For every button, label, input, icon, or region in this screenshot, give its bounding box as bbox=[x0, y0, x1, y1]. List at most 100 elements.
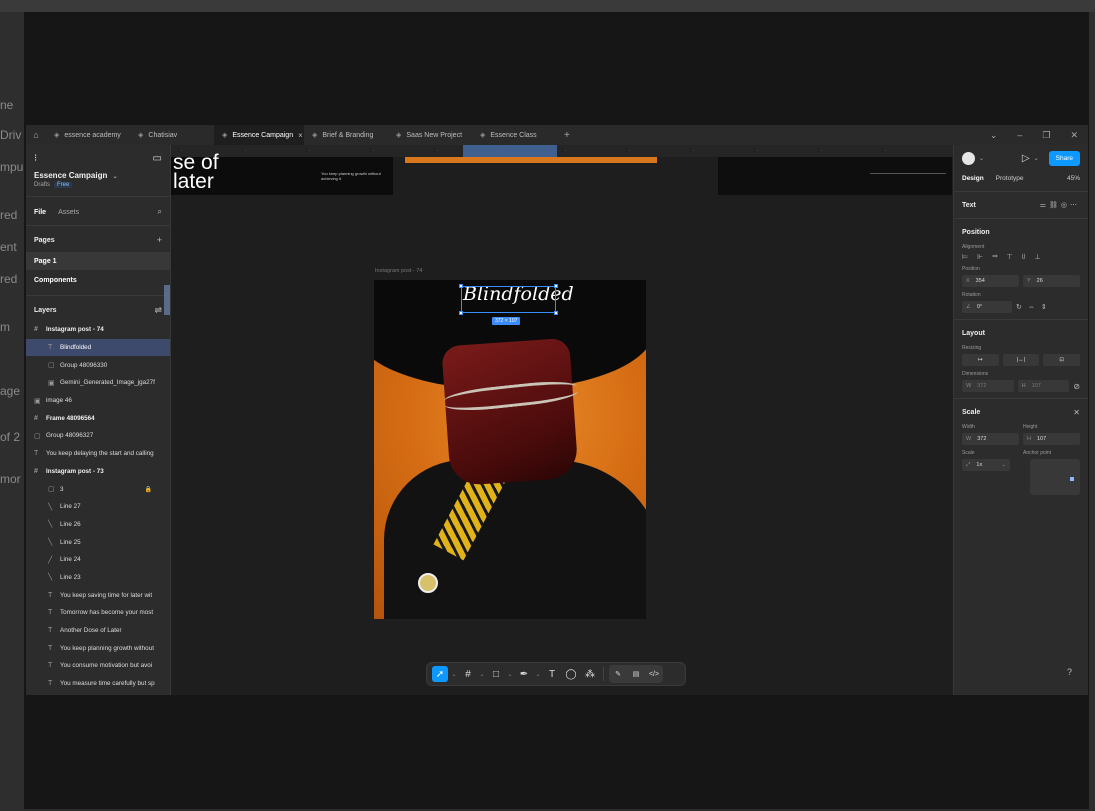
resize-handle[interactable] bbox=[554, 284, 558, 288]
poster-image[interactable] bbox=[374, 280, 646, 619]
layer-item[interactable]: T You measure time carefully but sp bbox=[26, 675, 170, 693]
layer-item[interactable]: ▢ 3 🔒 bbox=[26, 480, 170, 498]
chevron-down-icon[interactable]: ⌄ bbox=[1034, 155, 1039, 162]
left-scrollbar[interactable] bbox=[164, 285, 170, 315]
scale-width-field[interactable]: W 372 bbox=[962, 433, 1019, 445]
layer-item[interactable]: T Tomorrow has become your most bbox=[26, 604, 170, 622]
chevron-down-icon[interactable]: ⌄ bbox=[979, 155, 984, 162]
layer-item[interactable]: # Instagram post - 74 bbox=[26, 321, 170, 339]
frame-tool-icon[interactable]: # bbox=[460, 666, 476, 682]
tab-brief-branding[interactable]: ◈ Brief & Branding bbox=[304, 125, 388, 145]
file-tab[interactable]: File bbox=[34, 209, 46, 216]
rotate-icons[interactable]: ↻⇔⇕ bbox=[1016, 303, 1053, 311]
frame-dark-right[interactable] bbox=[718, 157, 952, 195]
chevron-down-icon[interactable]: ⌄ bbox=[479, 666, 485, 682]
chevron-down-icon[interactable]: ⌄ bbox=[113, 174, 118, 180]
tab-design[interactable]: Design bbox=[962, 175, 984, 182]
resize-handle[interactable] bbox=[554, 311, 558, 315]
resize-handle[interactable] bbox=[459, 284, 463, 288]
layer-item[interactable]: T You keep planning growth without bbox=[26, 639, 170, 657]
layer-item[interactable]: # Instagram post - 73 bbox=[26, 463, 170, 481]
maximize-icon[interactable]: ❐ bbox=[1042, 130, 1050, 141]
frame-instagram-post-left[interactable]: se of later You keep planning growth wit… bbox=[171, 152, 393, 195]
constrain-icon[interactable]: ⊘ bbox=[1073, 382, 1080, 391]
chevron-down-icon[interactable]: ⌄ bbox=[535, 666, 541, 682]
minimize-icon[interactable]: – bbox=[1017, 130, 1022, 141]
canvas[interactable]: · · · · · · · · · · · · se of later You keep planni… bbox=[171, 145, 953, 695]
layers-filter-icon[interactable]: ⇌ bbox=[154, 305, 162, 316]
move-tool-icon[interactable]: ➚ bbox=[432, 666, 448, 682]
text-options-icons[interactable]: ⚌⛓◎⋯ bbox=[1040, 201, 1080, 209]
layer-item[interactable]: ╲ Line 26 bbox=[26, 516, 170, 534]
layer-item[interactable]: ▣ image 46 bbox=[26, 392, 170, 410]
chevron-down-icon[interactable]: ⌄ bbox=[507, 666, 513, 682]
zoom-select[interactable]: 45% bbox=[1067, 175, 1080, 182]
frame-orange-top[interactable] bbox=[405, 157, 657, 163]
selection-box[interactable] bbox=[461, 286, 556, 313]
share-button[interactable]: Share bbox=[1048, 150, 1080, 166]
close-icon[interactable]: ✕ bbox=[1070, 130, 1078, 141]
main-menu-icon[interactable]: ⁝ bbox=[34, 153, 37, 164]
assets-tab[interactable]: Assets bbox=[58, 209, 79, 216]
add-page-icon[interactable]: + bbox=[157, 235, 162, 245]
frame-label[interactable]: Instagram post - 74 bbox=[375, 268, 422, 274]
layer-item[interactable]: T Another Dose of Later bbox=[26, 622, 170, 640]
file-title[interactable]: Essence Campaign bbox=[34, 171, 107, 180]
layer-item[interactable]: T You keep saving time for later wit bbox=[26, 586, 170, 604]
layer-item[interactable]: ▣ Gemini_Generated_Image_jga27f bbox=[26, 374, 170, 392]
anchor-dot[interactable] bbox=[1070, 477, 1074, 481]
tab-essence-class[interactable]: ◈ Essence Class bbox=[472, 125, 556, 145]
tab-saas-new-project[interactable]: ◈ Saas New Project bbox=[388, 125, 472, 145]
layer-item[interactable]: T You consume motivation but avoi bbox=[26, 657, 170, 675]
layer-item[interactable]: ▢ Group 48096330 bbox=[26, 356, 170, 374]
help-button[interactable]: ? bbox=[1067, 667, 1072, 677]
tab-essence-campaign[interactable]: ◈ Essence Campaign × bbox=[214, 125, 304, 145]
tab-essence-academy[interactable]: ◈ essence academy bbox=[46, 125, 130, 145]
chevron-down-icon[interactable]: ⌄ bbox=[451, 666, 457, 682]
drafts-label[interactable]: Drafts bbox=[34, 182, 50, 188]
resizing-options[interactable]: ↦ |↔| ⊡ bbox=[962, 354, 1081, 366]
layer-item[interactable]: # Frame 48096564 bbox=[26, 409, 170, 427]
actions-tool-icon[interactable]: ⁂ bbox=[582, 666, 598, 682]
height-field[interactable]: H 107 bbox=[1017, 380, 1070, 392]
anchor-point-picker[interactable] bbox=[1030, 459, 1080, 495]
layer-item[interactable]: ╲ Line 27 bbox=[26, 498, 170, 516]
alignment-icons[interactable]: ⊨ ⊩ ⫤ ⊤ ⫫ ⊥ bbox=[962, 253, 1080, 261]
layer-item[interactable]: ╲ Line 25 bbox=[26, 533, 170, 551]
dev-mode-icon[interactable]: </> bbox=[646, 666, 662, 682]
width-field[interactable]: W 372 bbox=[962, 380, 1014, 392]
tab-chatisiav[interactable]: ◈ Chatisiav bbox=[130, 125, 214, 145]
draw-mode-icon[interactable]: ✎ bbox=[610, 666, 626, 682]
avatar[interactable] bbox=[962, 151, 975, 165]
chevron-down-icon[interactable]: ⌄ bbox=[990, 130, 998, 141]
design-mode-icon[interactable]: ▤ bbox=[628, 666, 644, 682]
y-field[interactable]: Y 26 bbox=[1023, 275, 1080, 287]
search-icon[interactable]: ⌕ bbox=[158, 207, 162, 217]
layer-item[interactable]: T You keep delaying the start and calling bbox=[26, 445, 170, 463]
home-icon[interactable]: ⌂ bbox=[26, 130, 46, 140]
lock-icon[interactable]: 🔒 bbox=[145, 486, 152, 493]
ruler-tick: · bbox=[885, 148, 887, 154]
close-icon[interactable]: ✕ bbox=[1073, 408, 1080, 417]
new-tab-button[interactable]: + bbox=[556, 130, 578, 141]
resize-handle[interactable] bbox=[459, 311, 463, 315]
page-item[interactable]: Page 1 bbox=[26, 252, 170, 270]
present-icon[interactable]: ▷ bbox=[1022, 153, 1030, 164]
comment-tool-icon[interactable]: ◯ bbox=[563, 666, 579, 682]
tab-prototype[interactable]: Prototype bbox=[996, 175, 1024, 182]
layer-item[interactable]: ╱ Line 24 bbox=[26, 551, 170, 569]
pen-tool-icon[interactable]: ✒ bbox=[516, 666, 532, 682]
layer-item[interactable]: #Frame 48096293 bbox=[26, 692, 170, 695]
layer-item[interactable]: ▢ Group 48096327 bbox=[26, 427, 170, 445]
page-item[interactable]: Components bbox=[26, 271, 170, 289]
shape-tool-icon[interactable]: □ bbox=[488, 666, 504, 682]
x-field[interactable]: X 354 bbox=[962, 275, 1019, 287]
panel-toggle-icon[interactable]: ▭ bbox=[153, 153, 162, 164]
text-tool-icon[interactable]: T bbox=[544, 666, 560, 682]
rotation-field[interactable]: ∠ 0° bbox=[962, 301, 1012, 313]
layer-item[interactable]: T Blindfolded bbox=[26, 338, 170, 357]
scale-height-field[interactable]: H 107 bbox=[1023, 433, 1080, 445]
layer-item[interactable]: ╲ Line 23 bbox=[26, 569, 170, 587]
scale-factor-field[interactable]: ⤢ 1x ⌄ bbox=[962, 459, 1010, 471]
close-icon[interactable]: × bbox=[298, 131, 303, 140]
